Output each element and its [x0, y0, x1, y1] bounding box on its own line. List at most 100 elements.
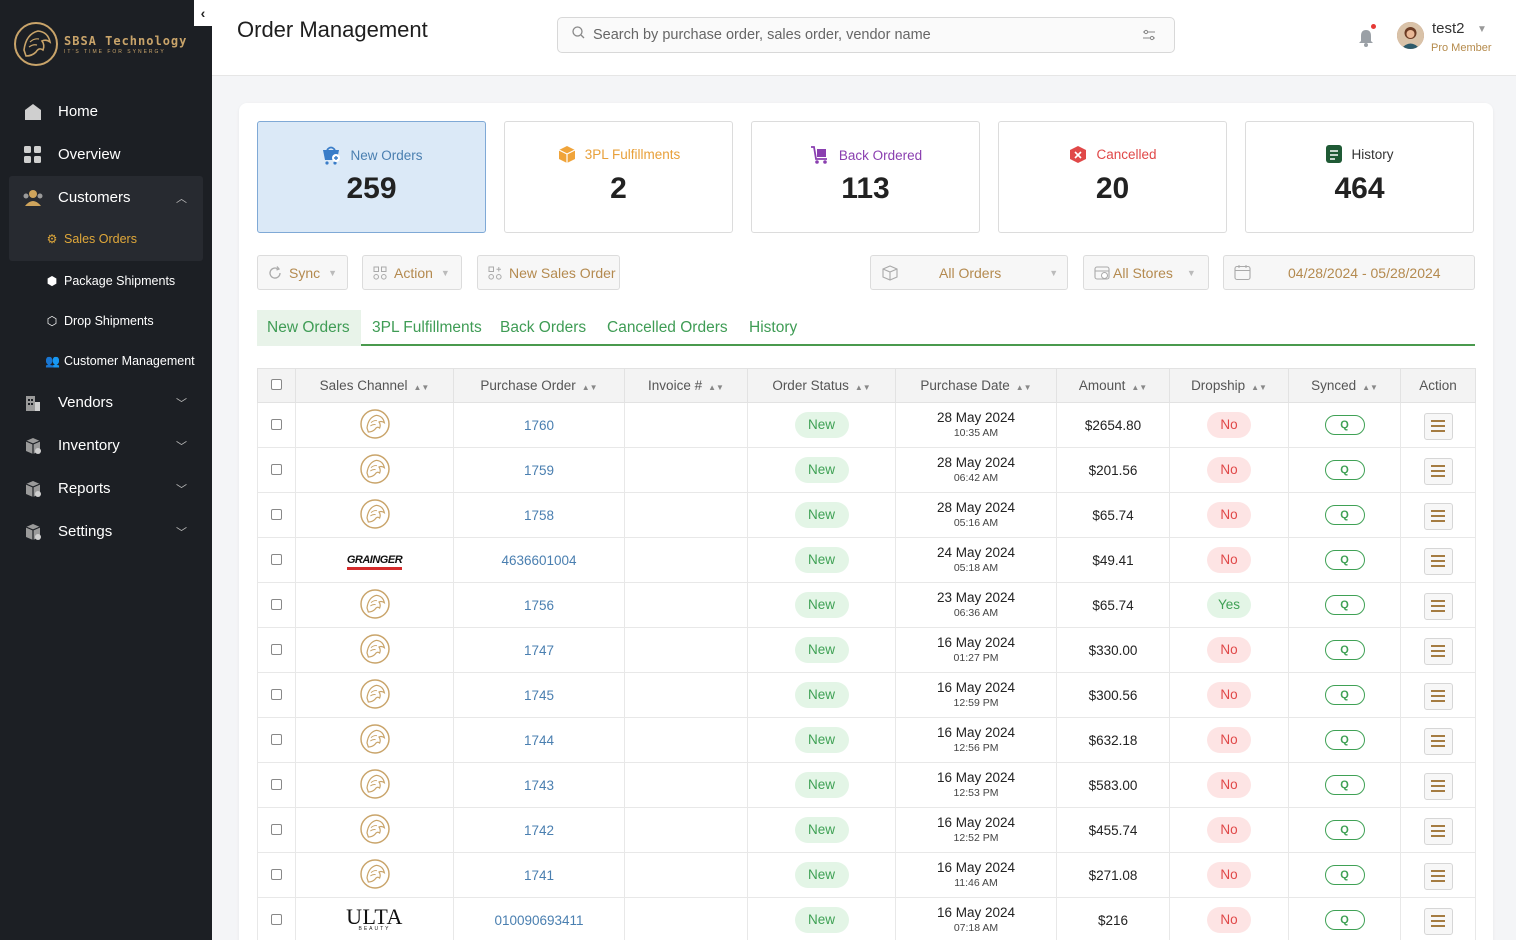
table-row[interactable]: GRAINGER 4636601004 New 24 May 2024 05:18 AM… — [257, 537, 1476, 583]
row-checkbox[interactable] — [271, 643, 282, 655]
row-checkbox[interactable] — [271, 778, 282, 790]
sort-icon[interactable]: ▲▼ — [855, 383, 871, 392]
synced-badge[interactable]: Q — [1324, 865, 1365, 885]
sort-icon[interactable]: ▲▼ — [708, 383, 724, 392]
table-row[interactable]: 1742 New 16 May 2024 12:52 PM $455.74 No Q — [257, 807, 1476, 853]
card-back-ordered[interactable]: Back Ordered 113 — [751, 121, 980, 233]
sidebar-item-home[interactable]: Home — [9, 90, 203, 133]
row-checkbox[interactable] — [271, 868, 282, 880]
synced-badge[interactable]: Q — [1324, 685, 1365, 705]
tab-new-orders[interactable]: New Orders — [257, 310, 361, 346]
sort-icon[interactable]: ▲▼ — [1016, 383, 1032, 392]
purchase-order-link[interactable]: 1760 — [453, 402, 625, 448]
card-new-orders[interactable]: New Orders 259 — [257, 121, 486, 233]
synced-badge[interactable]: Q — [1324, 460, 1365, 480]
card-cancelled[interactable]: Cancelled 20 — [998, 121, 1227, 233]
sort-icon[interactable]: ▲▼ — [1131, 383, 1147, 392]
synced-badge[interactable]: Q — [1324, 595, 1365, 615]
row-menu-button[interactable] — [1423, 502, 1453, 530]
purchase-order-link[interactable]: 1745 — [453, 672, 625, 718]
row-menu-button[interactable] — [1423, 547, 1453, 575]
purchase-order-link[interactable]: 1743 — [453, 762, 625, 808]
date-range-picker[interactable]: 04/28/2024 - 05/28/2024 — [1223, 255, 1475, 290]
sidebar-item-inventory[interactable]: Inventory ﹀ — [9, 424, 203, 467]
table-row[interactable]: 1747 New 16 May 2024 01:27 PM $330.00 No Q — [257, 627, 1476, 673]
row-menu-button[interactable] — [1423, 457, 1453, 485]
table-row[interactable]: 1741 New 16 May 2024 11:46 AM $271.08 No Q — [257, 852, 1476, 898]
sidebar-item-customer-management[interactable]: 👥 Customer Management — [9, 341, 203, 381]
purchase-order-link[interactable]: 1747 — [453, 627, 625, 673]
purchase-order-link[interactable]: 1744 — [453, 717, 625, 763]
notification-bell[interactable] — [1357, 24, 1376, 53]
purchase-order-link[interactable]: 1742 — [453, 807, 625, 853]
table-row[interactable]: 1744 New 16 May 2024 12:56 PM $632.18 No Q — [257, 717, 1476, 763]
synced-badge[interactable]: Q — [1324, 550, 1365, 570]
row-checkbox[interactable] — [271, 733, 282, 745]
synced-badge[interactable]: Q — [1324, 910, 1365, 930]
table-row[interactable]: 1760 New 28 May 2024 10:35 AM $2654.80 No Q — [257, 402, 1476, 448]
sidebar-item-reports[interactable]: Reports ﹀ — [9, 467, 203, 510]
synced-badge[interactable]: Q — [1324, 775, 1365, 795]
column-header-order-status[interactable]: Order Status ▲▼ — [747, 368, 896, 403]
sidebar-collapse-button[interactable]: ‹ — [194, 0, 212, 26]
search-input[interactable] — [593, 27, 1133, 43]
purchase-order-link[interactable]: 010090693411 — [453, 897, 625, 940]
stores-filter-select[interactable]: All Stores ▼ — [1083, 255, 1209, 290]
column-header-synced[interactable]: Synced ▲▼ — [1288, 368, 1401, 403]
sidebar-item-package-shipments[interactable]: ⬢ Package Shipments — [9, 261, 203, 301]
chevron-down-icon[interactable]: ▼ — [1477, 24, 1487, 35]
sort-icon[interactable]: ▲▼ — [1251, 383, 1267, 392]
synced-badge[interactable]: Q — [1324, 820, 1365, 840]
purchase-order-link[interactable]: 1741 — [453, 852, 625, 898]
column-header-purchase-order[interactable]: Purchase Order ▲▼ — [453, 368, 625, 403]
sidebar-item-drop-shipments[interactable]: ⬡ Drop Shipments — [9, 301, 203, 341]
sidebar-item-vendors[interactable]: Vendors ﹀ — [9, 381, 203, 424]
tab-history[interactable]: History — [739, 310, 807, 346]
tab-cancelled-orders[interactable]: Cancelled Orders — [597, 310, 738, 346]
row-menu-button[interactable] — [1423, 862, 1453, 890]
brand-logo[interactable]: SBSA Technology IT'S TIME FOR SYNERGY — [12, 20, 187, 68]
row-menu-button[interactable] — [1423, 412, 1453, 440]
synced-badge[interactable]: Q — [1324, 730, 1365, 750]
sidebar-item-customers[interactable]: Customers ︿ — [9, 176, 203, 219]
row-checkbox[interactable] — [271, 553, 282, 565]
table-row[interactable]: 1759 New 28 May 2024 06:42 AM $201.56 No Q — [257, 447, 1476, 493]
action-button[interactable]: Action ▼ — [362, 255, 462, 290]
sidebar-item-settings[interactable]: Settings ﹀ — [9, 510, 203, 553]
row-checkbox[interactable] — [271, 508, 282, 520]
column-header-amount[interactable]: Amount ▲▼ — [1056, 368, 1170, 403]
row-checkbox[interactable] — [271, 688, 282, 700]
row-menu-button[interactable] — [1423, 727, 1453, 755]
card-history[interactable]: History 464 — [1245, 121, 1474, 233]
purchase-order-link[interactable]: 4636601004 — [453, 537, 625, 583]
tab-3pl-fulfillments[interactable]: 3PL Fulfillments — [362, 310, 492, 346]
user-name[interactable]: test2 — [1432, 20, 1465, 37]
table-row[interactable]: 1756 New 23 May 2024 06:36 AM $65.74 Yes Q — [257, 582, 1476, 628]
synced-badge[interactable]: Q — [1324, 640, 1365, 660]
row-menu-button[interactable] — [1423, 682, 1453, 710]
search-box[interactable] — [557, 17, 1175, 53]
card-3pl-fulfillments[interactable]: 3PL Fulfillments 2 — [504, 121, 733, 233]
row-checkbox[interactable] — [271, 463, 282, 475]
sort-icon[interactable]: ▲▼ — [582, 383, 598, 392]
orders-filter-select[interactable]: All Orders ▼ — [870, 255, 1068, 290]
tab-back-orders[interactable]: Back Orders — [490, 310, 596, 346]
row-menu-button[interactable] — [1423, 817, 1453, 845]
column-header-sales-channel[interactable]: Sales Channel ▲▼ — [295, 368, 454, 403]
select-all-checkbox[interactable] — [271, 379, 282, 390]
purchase-order-link[interactable]: 1758 — [453, 492, 625, 538]
purchase-order-link[interactable]: 1756 — [453, 582, 625, 628]
row-checkbox[interactable] — [271, 823, 282, 835]
row-menu-button[interactable] — [1423, 772, 1453, 800]
column-header-purchase-date[interactable]: Purchase Date ▲▼ — [895, 368, 1057, 403]
row-menu-button[interactable] — [1423, 637, 1453, 665]
table-row[interactable]: 1745 New 16 May 2024 12:59 PM $300.56 No Q — [257, 672, 1476, 718]
sync-button[interactable]: Sync ▼ — [257, 255, 348, 290]
table-row[interactable]: 1758 New 28 May 2024 05:16 AM $65.74 No Q — [257, 492, 1476, 538]
column-header-dropship[interactable]: Dropship ▲▼ — [1169, 368, 1289, 403]
avatar[interactable] — [1397, 22, 1424, 49]
row-menu-button[interactable] — [1423, 907, 1453, 935]
sidebar-item-overview[interactable]: Overview — [9, 133, 203, 176]
synced-badge[interactable]: Q — [1324, 505, 1365, 525]
row-checkbox[interactable] — [271, 598, 282, 610]
